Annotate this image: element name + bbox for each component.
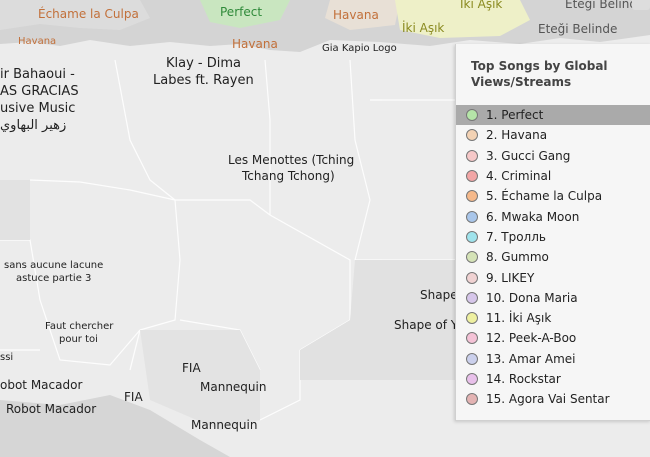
map-label: ssi bbox=[0, 352, 14, 363]
legend-item-label: 8. Gummo bbox=[486, 250, 549, 265]
legend-list: 1. Perfect 2. Havana 3. Gucci Gang 4. Crimi… bbox=[456, 105, 650, 409]
legend-item[interactable]: 6. Mwaka Moon bbox=[456, 206, 650, 226]
map-label: sans aucune lacune bbox=[4, 260, 104, 271]
legend-item-label: 4. Criminal bbox=[486, 169, 552, 184]
map-label: usive Music bbox=[0, 101, 76, 116]
legend-swatch-icon bbox=[466, 373, 478, 385]
map-label: FIA bbox=[182, 361, 201, 375]
legend-swatch-icon bbox=[466, 251, 478, 264]
map-label: Faut chercher bbox=[45, 321, 114, 332]
map-label: Mannequin bbox=[191, 418, 258, 432]
legend-item-label: 11. İki Aşık bbox=[486, 311, 552, 326]
legend-item-label: 1. Perfect bbox=[486, 108, 544, 123]
legend-swatch-icon bbox=[466, 210, 478, 223]
legend-item[interactable]: 7. Тролль bbox=[456, 227, 650, 247]
legend-item[interactable]: 2. Havana bbox=[456, 125, 650, 145]
legend-panel: Top Songs by Global Views/Streams 1. Per… bbox=[455, 44, 650, 421]
map-label: Robot Macador bbox=[6, 402, 97, 416]
legend-item[interactable]: 10. Dona Maria bbox=[456, 288, 650, 308]
legend-item-label: 12. Peek-A-Boo bbox=[486, 331, 577, 346]
legend-swatch-icon bbox=[466, 109, 478, 122]
legend-item[interactable]: 12. Peek-A-Boo bbox=[456, 328, 650, 348]
map-label: AS GRACIAS bbox=[0, 84, 79, 99]
legend-swatch-icon bbox=[466, 149, 478, 162]
legend-swatch-icon bbox=[466, 170, 478, 183]
map-label: Les Menottes (Tching bbox=[228, 153, 355, 167]
legend-item-label: 5. Échame la Culpa bbox=[486, 189, 603, 204]
legend-item[interactable]: 3. Gucci Gang bbox=[456, 146, 650, 166]
legend-item-label: 2. Havana bbox=[486, 128, 548, 143]
legend-item-label: 14. Rockstar bbox=[486, 372, 561, 386]
legend-item-label: 7. Тролль bbox=[486, 229, 546, 244]
map-label: Labes ft. Rayen bbox=[153, 73, 254, 88]
map-label: Gia Kapio Logo bbox=[322, 43, 397, 54]
legend-item[interactable]: 13. Amar Amei bbox=[456, 349, 650, 369]
map-label: Eteği Belinde bbox=[538, 22, 618, 36]
legend-swatch-icon bbox=[466, 312, 478, 325]
map-label: Échame la Culpa bbox=[38, 7, 139, 21]
legend-item[interactable]: 4. Criminal bbox=[456, 166, 650, 186]
map-label: Havana bbox=[333, 8, 379, 22]
corner-control[interactable] bbox=[632, 0, 650, 10]
map-label: Havana bbox=[232, 37, 278, 51]
map-label: Perfect bbox=[220, 5, 263, 19]
legend-swatch-icon bbox=[466, 393, 478, 406]
legend-item[interactable]: 1. Perfect bbox=[456, 105, 650, 126]
legend-item[interactable]: 8. Gummo bbox=[456, 247, 650, 267]
legend-item[interactable]: 5. Échame la Culpa bbox=[456, 186, 650, 206]
map-label: زهير البهاوي bbox=[0, 118, 67, 133]
legend-swatch-icon bbox=[466, 332, 478, 345]
map-label: Klay - Dima bbox=[166, 56, 242, 71]
map-label: astuce partie 3 bbox=[16, 273, 92, 284]
map-label: FIA bbox=[124, 390, 143, 404]
map-label: İki Aşık bbox=[402, 21, 445, 35]
map-label: Shape bbox=[420, 288, 458, 302]
map-label: Shape of Yo bbox=[394, 318, 464, 332]
legend-title: Top Songs by Global Views/Streams bbox=[471, 59, 608, 89]
legend-item-label: 6. Mwaka Moon bbox=[486, 209, 580, 224]
legend-swatch-icon bbox=[466, 129, 478, 142]
legend-item[interactable]: 9. LIKEY bbox=[456, 267, 650, 287]
map-label: pour toi bbox=[59, 334, 98, 345]
map-label: obot Macador bbox=[0, 378, 83, 392]
legend-item[interactable]: 11. İki Aşık bbox=[456, 308, 650, 328]
legend-item-label: 10. Dona Maria bbox=[486, 290, 578, 305]
legend-swatch-icon bbox=[466, 230, 478, 243]
legend-swatch-icon bbox=[466, 291, 478, 304]
westcoast-region bbox=[0, 180, 30, 240]
legend-swatch-icon bbox=[466, 271, 478, 284]
map-label: Tchang Tchong) bbox=[242, 169, 335, 183]
legend-item-label: 3. Gucci Gang bbox=[486, 148, 571, 163]
map-label: ir Bahaoui - bbox=[0, 67, 75, 82]
legend-item-label: 9. LIKEY bbox=[486, 270, 535, 285]
legend-item[interactable]: 15. Agora Vai Sentar bbox=[456, 389, 650, 409]
legend-item-label: 13. Amar Amei bbox=[486, 351, 576, 366]
legend-swatch-icon bbox=[466, 190, 478, 203]
map-label: Mannequin bbox=[200, 380, 267, 394]
legend-swatch-icon bbox=[466, 352, 478, 365]
map-label: İki Aşık bbox=[460, 0, 503, 11]
legend-item[interactable]: 14. Rockstar bbox=[456, 369, 650, 389]
map-label: Havana bbox=[18, 36, 57, 47]
legend-item-label: 15. Agora Vai Sentar bbox=[486, 392, 610, 407]
